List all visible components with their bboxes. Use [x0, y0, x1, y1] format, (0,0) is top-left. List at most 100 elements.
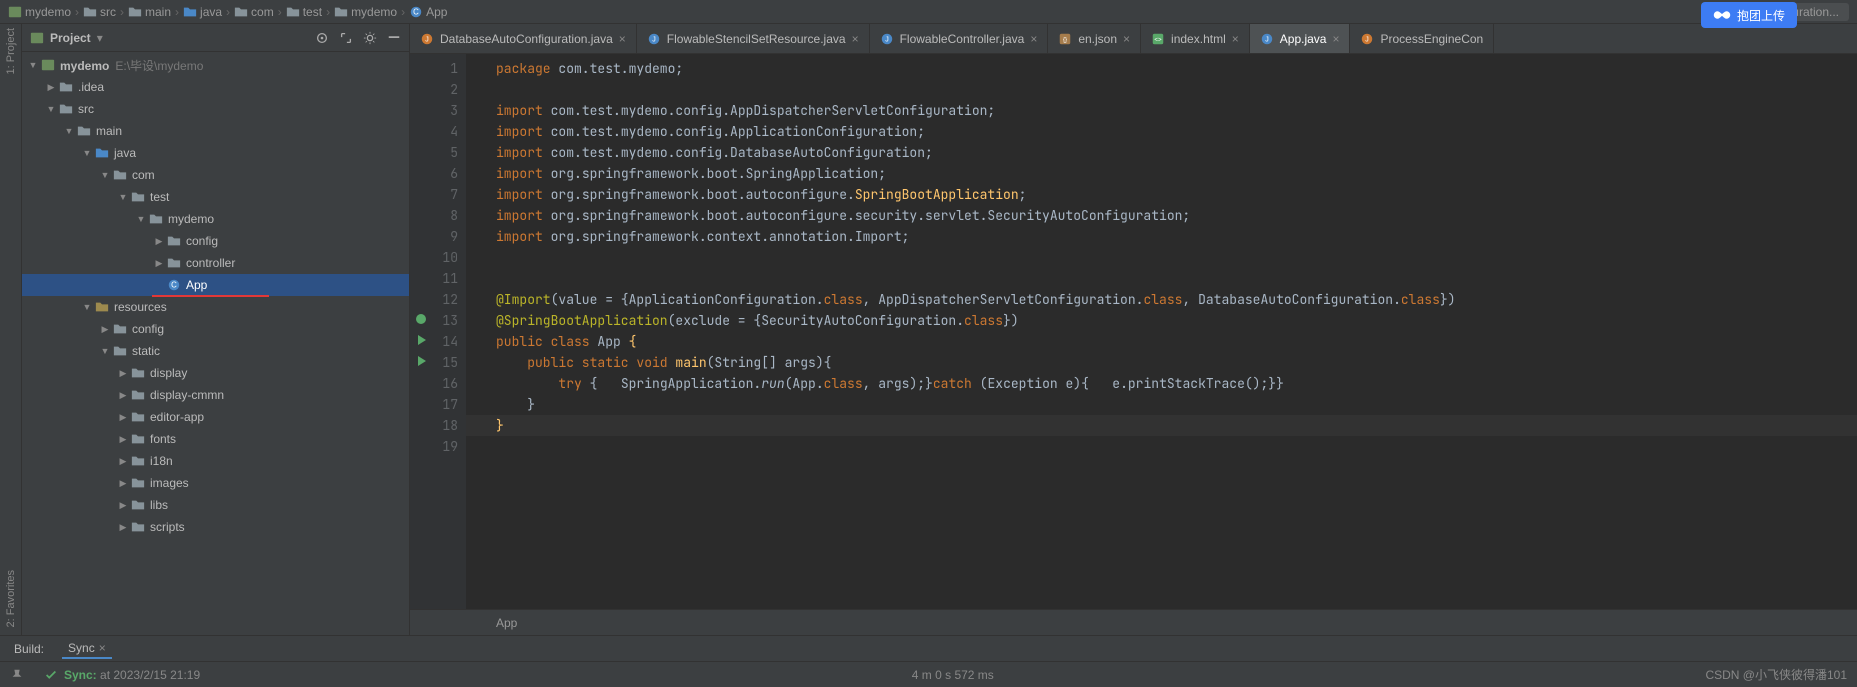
- folder-icon: [183, 5, 197, 19]
- editor-tab-bar[interactable]: J DatabaseAutoConfiguration.java ×J Flow…: [410, 24, 1857, 54]
- tree-arrow-icon[interactable]: [152, 234, 166, 248]
- close-icon[interactable]: ×: [852, 32, 859, 46]
- side-tab-project[interactable]: 1: Project: [5, 28, 17, 74]
- tree-arrow-icon[interactable]: [152, 256, 166, 270]
- hide-icon[interactable]: [387, 31, 401, 45]
- code-line[interactable]: import org.springframework.boot.autoconf…: [466, 205, 1857, 226]
- tree-arrow-icon[interactable]: [116, 454, 130, 468]
- tree-arrow-icon[interactable]: [62, 124, 76, 138]
- close-icon[interactable]: ×: [1030, 32, 1037, 46]
- tree-arrow-icon[interactable]: [116, 476, 130, 490]
- editor-tab[interactable]: J FlowableController.java ×: [870, 24, 1049, 53]
- tree-arrow-icon[interactable]: [116, 388, 130, 402]
- close-icon[interactable]: ×: [1232, 32, 1239, 46]
- tree-item[interactable]: display: [22, 362, 409, 384]
- editor-tab[interactable]: J FlowableStencilSetResource.java ×: [637, 24, 870, 53]
- tree-arrow-icon[interactable]: [44, 80, 58, 94]
- tree-item[interactable]: config: [22, 318, 409, 340]
- code-line[interactable]: @SpringBootApplication(exclude = {Securi…: [466, 310, 1857, 331]
- tree-arrow-icon[interactable]: [80, 300, 94, 314]
- tree-item[interactable]: controller: [22, 252, 409, 274]
- tree-item[interactable]: libs: [22, 494, 409, 516]
- tree-item[interactable]: fonts: [22, 428, 409, 450]
- expand-icon[interactable]: [339, 31, 353, 45]
- editor[interactable]: 12345678910111213141516171819 package co…: [410, 54, 1857, 609]
- close-icon[interactable]: ×: [1332, 32, 1339, 46]
- folder-icon: [112, 167, 128, 183]
- folder-src-icon: [94, 145, 110, 161]
- locate-icon[interactable]: [315, 31, 329, 45]
- code-line[interactable]: import com.test.mydemo.config.AppDispatc…: [466, 100, 1857, 121]
- tree-item[interactable]: resources: [22, 296, 409, 318]
- code-line[interactable]: @Import(value = {ApplicationConfiguratio…: [466, 289, 1857, 310]
- editor-tab[interactable]: J DatabaseAutoConfiguration.java ×: [410, 24, 637, 53]
- tree-item-app[interactable]: C App: [22, 274, 409, 296]
- tree-arrow-icon[interactable]: [98, 322, 112, 336]
- editor-tab[interactable]: <> index.html ×: [1141, 24, 1250, 53]
- pin-icon[interactable]: [10, 668, 24, 682]
- tree-item[interactable]: editor-app: [22, 406, 409, 428]
- tree-item[interactable]: config: [22, 230, 409, 252]
- tree-arrow-icon[interactable]: [98, 344, 112, 358]
- run-gutter-icon[interactable]: [414, 354, 428, 368]
- close-icon[interactable]: ×: [619, 32, 626, 46]
- tree-root[interactable]: mydemoE:\毕设\mydemo: [22, 54, 409, 76]
- folder-icon: [334, 5, 348, 19]
- project-tree[interactable]: mydemoE:\毕设\mydemo .idea src main java c…: [22, 52, 409, 635]
- editor-tab[interactable]: J App.java ×: [1250, 24, 1351, 53]
- run-gutter-icon[interactable]: [414, 333, 428, 347]
- gear-icon[interactable]: [363, 31, 377, 45]
- code-area[interactable]: package com.test.mydemo; import com.test.…: [466, 54, 1857, 609]
- bean-gutter-icon[interactable]: [414, 312, 428, 326]
- tree-item[interactable]: scripts: [22, 516, 409, 538]
- close-icon[interactable]: ×: [1123, 32, 1130, 46]
- build-tab[interactable]: Build:: [8, 640, 50, 658]
- code-line[interactable]: [466, 79, 1857, 100]
- tree-arrow-icon[interactable]: [116, 410, 130, 424]
- tree-arrow-icon[interactable]: [134, 212, 148, 226]
- code-line[interactable]: [466, 436, 1857, 457]
- tree-arrow-icon[interactable]: [116, 498, 130, 512]
- code-line[interactable]: }: [466, 415, 1857, 436]
- editor-breadcrumb[interactable]: App: [410, 609, 1857, 635]
- tree-arrow-icon[interactable]: [44, 102, 58, 116]
- tree-arrow-icon[interactable]: [116, 190, 130, 204]
- code-line[interactable]: }: [466, 394, 1857, 415]
- code-line[interactable]: public class App {: [466, 331, 1857, 352]
- tree-item[interactable]: .idea: [22, 76, 409, 98]
- tree-arrow-icon[interactable]: [80, 146, 94, 160]
- tree-arrow-icon[interactable]: [116, 432, 130, 446]
- tree-item[interactable]: src: [22, 98, 409, 120]
- tree-item[interactable]: mydemo: [22, 208, 409, 230]
- upload-overlay[interactable]: 抱团上传: [1701, 2, 1797, 28]
- code-line[interactable]: import org.springframework.context.annot…: [466, 226, 1857, 247]
- tree-item[interactable]: static: [22, 340, 409, 362]
- editor-tab[interactable]: J ProcessEngineCon: [1350, 24, 1494, 53]
- code-line[interactable]: package com.test.mydemo;: [466, 58, 1857, 79]
- tree-item[interactable]: java: [22, 142, 409, 164]
- code-line[interactable]: import org.springframework.boot.SpringAp…: [466, 163, 1857, 184]
- code-line[interactable]: [466, 247, 1857, 268]
- tree-arrow-icon[interactable]: [116, 366, 130, 380]
- gutter[interactable]: 12345678910111213141516171819: [410, 54, 466, 609]
- tree-item[interactable]: i18n: [22, 450, 409, 472]
- code-line[interactable]: public static void main(String[] args){: [466, 352, 1857, 373]
- tree-item[interactable]: com: [22, 164, 409, 186]
- code-line[interactable]: import org.springframework.boot.autoconf…: [466, 184, 1857, 205]
- tree-arrow-icon[interactable]: [98, 168, 112, 182]
- side-tab-favorites[interactable]: 2: Favorites: [5, 570, 17, 627]
- close-icon[interactable]: ×: [99, 641, 106, 655]
- tree-item[interactable]: images: [22, 472, 409, 494]
- tree-item[interactable]: display-cmmn: [22, 384, 409, 406]
- tree-item[interactable]: main: [22, 120, 409, 142]
- code-line[interactable]: [466, 268, 1857, 289]
- sync-tab[interactable]: Sync×: [62, 639, 112, 659]
- tree-label: java: [114, 146, 136, 160]
- tree-item[interactable]: test: [22, 186, 409, 208]
- tree-arrow-icon[interactable]: [116, 520, 130, 534]
- code-line[interactable]: try { SpringApplication.run(App.class, a…: [466, 373, 1857, 394]
- code-line[interactable]: import com.test.mydemo.config.DatabaseAu…: [466, 142, 1857, 163]
- svg-text:J: J: [425, 36, 429, 43]
- code-line[interactable]: import com.test.mydemo.config.Applicatio…: [466, 121, 1857, 142]
- editor-tab[interactable]: {} en.json ×: [1048, 24, 1141, 53]
